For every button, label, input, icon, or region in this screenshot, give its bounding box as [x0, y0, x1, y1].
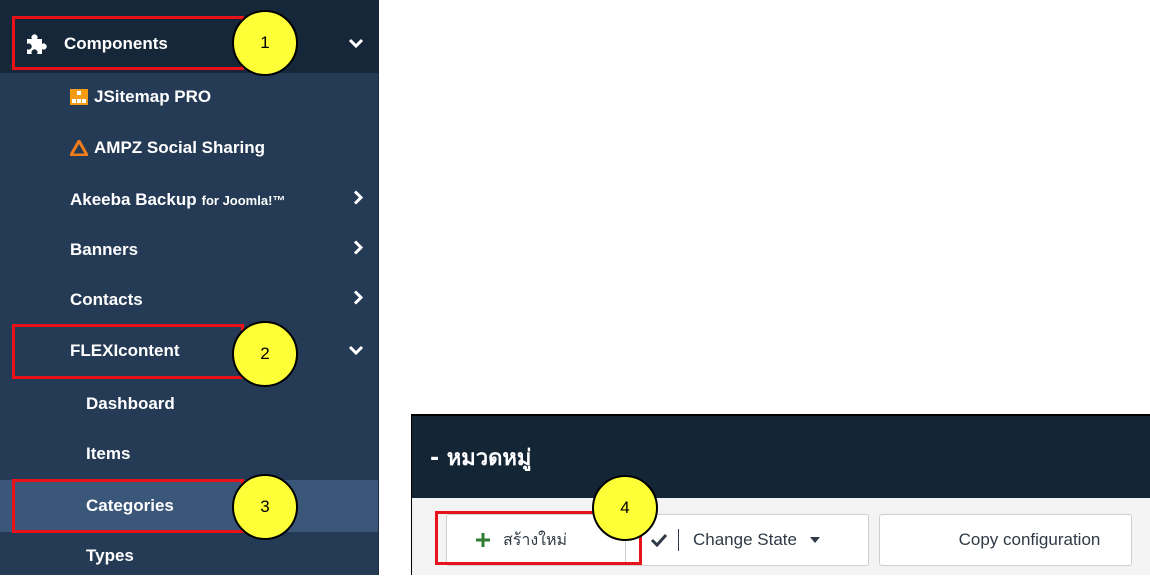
sidebar-item-label: JSitemap PRO	[94, 87, 212, 106]
callout-badge-1: 1	[232, 10, 298, 76]
sidebar-item-label: Items	[86, 444, 131, 463]
sidebar-item-flexicontent[interactable]: FLEXIcontent	[0, 325, 378, 377]
page-title: - หมวดหมู่	[430, 445, 532, 471]
sidebar-item-akeeba[interactable]: Akeeba Backup for Joomla!™	[0, 174, 378, 226]
ampz-triangle-icon	[70, 140, 88, 156]
callout-badge-4: 4	[592, 475, 658, 541]
chevron-right-icon	[352, 290, 364, 311]
sidebar-item-contacts[interactable]: Contacts	[0, 274, 378, 326]
change-state-button[interactable]: Change State	[625, 514, 869, 566]
sidebar-item-label: Akeeba Backup	[70, 190, 197, 209]
chevron-right-icon	[352, 190, 364, 211]
copy-configuration-label: Copy configuration	[958, 530, 1101, 549]
caret-down-icon	[809, 536, 821, 544]
sidebar-item-jsitemap[interactable]: JSitemap PRO	[0, 71, 378, 123]
chevron-right-icon	[352, 240, 364, 261]
new-button-label: สร้างใหม่	[503, 529, 568, 549]
chevron-down-icon	[348, 34, 364, 54]
sidebar-item-label: Categories	[86, 496, 174, 515]
change-state-label: Change State	[693, 530, 797, 549]
sidebar-item-label: Contacts	[70, 290, 143, 309]
copy-configuration-button[interactable]: Copy configuration	[879, 514, 1132, 566]
admin-sidebar: Components JSitemap PRO AMPZ Social Shar…	[0, 0, 379, 575]
sidebar-item-label: AMPZ Social Sharing	[94, 138, 265, 157]
sidebar-item-components[interactable]: Components	[0, 18, 378, 70]
check-icon	[650, 533, 668, 547]
sidebar-item-label: Banners	[70, 240, 139, 259]
sidebar-item-suffix: for Joomla!™	[201, 192, 286, 208]
sidebar-item-label: Components	[64, 34, 168, 53]
sidebar-subitem-dashboard[interactable]: Dashboard	[0, 378, 378, 430]
categories-panel: - หมวดหมู่ สร้างใหม่ Change State Copy c…	[411, 414, 1150, 575]
sidebar-subitem-items[interactable]: Items	[0, 428, 378, 480]
puzzle-icon	[24, 33, 48, 55]
callout-badge-2: 2	[232, 321, 298, 387]
sidebar-item-label: Dashboard	[86, 394, 175, 413]
sidebar-item-banners[interactable]: Banners	[0, 224, 378, 276]
sidebar-item-label: Types	[86, 546, 134, 565]
panel-header: - หมวดหมู่	[412, 414, 1150, 498]
sidebar-item-label: FLEXIcontent	[70, 341, 180, 360]
sidebar-subitem-categories[interactable]: Categories	[0, 480, 378, 532]
callout-badge-3: 3	[232, 474, 298, 540]
sitemap-icon	[70, 89, 88, 105]
divider	[678, 529, 679, 551]
plus-icon	[475, 532, 491, 548]
chevron-down-icon	[348, 341, 364, 361]
sidebar-item-ampz[interactable]: AMPZ Social Sharing	[0, 122, 378, 174]
sidebar-subitem-types[interactable]: Types	[0, 530, 378, 582]
